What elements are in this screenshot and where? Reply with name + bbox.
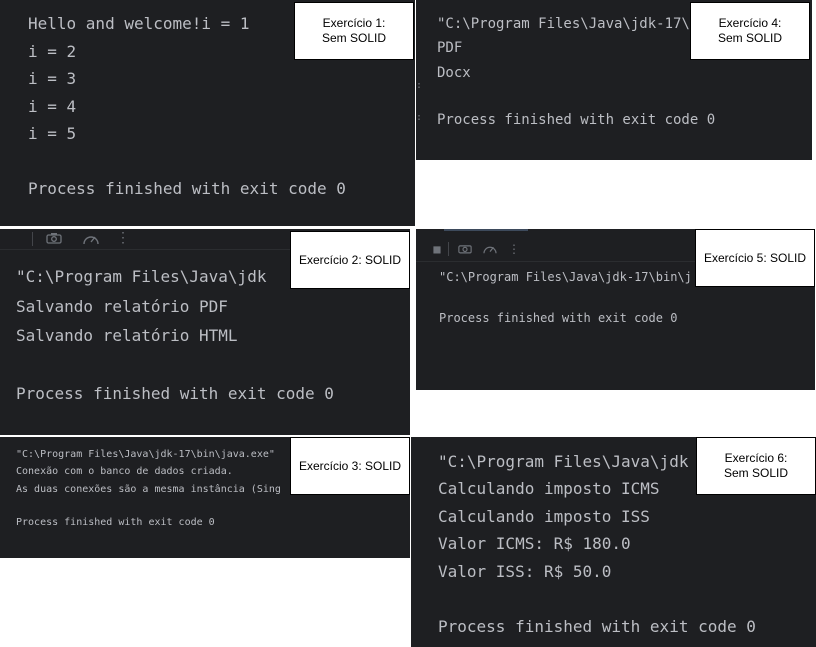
exercise-label-line1: Exercício 5: SOLID: [703, 250, 807, 265]
console-panel-ex6: "C:\Program Files\Java\jdk Calculando im…: [411, 437, 816, 647]
gauge-icon[interactable]: [82, 232, 99, 245]
exercise-label-line2: Sem SOLID: [723, 466, 789, 480]
exercise-label-line1: Exercício 1:: [322, 16, 386, 30]
console-line: Salvando relatório HTML: [16, 326, 238, 345]
exercise-label-line1: Exercício 4:: [718, 16, 782, 30]
console-line: Valor ICMS: R$ 180.0: [438, 534, 631, 553]
console-line: "C:\Program Files\Java\jdk: [438, 452, 689, 471]
more-options-icon[interactable]: ⋮: [507, 243, 521, 255]
exercise-label: Exercício 5: SOLID: [695, 229, 815, 287]
exercise-label-line1: Exercício 3: SOLID: [298, 458, 402, 473]
console-line: Calculando imposto ISS: [438, 507, 650, 526]
console-line: "C:\Program Files\Java\jdk-17\: [437, 16, 690, 32]
console-line: i = 2: [28, 42, 77, 61]
gauge-icon[interactable]: [482, 243, 497, 255]
console-panel-ex5: ■ ⋮ "C:\Program Files\Java\jdk-17\bin\j …: [416, 229, 815, 390]
console-line: PDF: [437, 40, 463, 56]
toolbar-separator: [448, 242, 449, 256]
console-line: Process finished with exit code 0: [438, 617, 756, 636]
console-line: Salvando relatório PDF: [16, 297, 228, 316]
console-line: i = 5: [28, 124, 77, 143]
stop-icon[interactable]: ■: [430, 243, 444, 255]
console-line: Hello and welcome!i = 1: [28, 14, 250, 33]
exercise-label-line1: Exercício 6:: [724, 451, 788, 465]
console-line: As duas conexões são a mesma instância (…: [16, 484, 281, 495]
more-options-icon[interactable]: ⋮: [116, 231, 130, 245]
console-line: Process finished with exit code 0: [439, 311, 678, 325]
console-panel-ex4: : : "C:\Program Files\Java\jdk-17\ PDF D…: [416, 0, 812, 160]
console-line: i = 3: [28, 69, 77, 88]
camera-icon[interactable]: [458, 243, 472, 255]
exercise-label-line1: Exercício 2: SOLID: [298, 252, 402, 267]
toolbar-accent: [444, 229, 528, 231]
console-line: Valor ISS: R$ 50.0: [438, 562, 612, 581]
gutter-marker: :: [416, 112, 423, 123]
console-line: Process finished with exit code 0: [437, 112, 716, 128]
console-line: Conexão com o banco de dados criada.: [16, 466, 233, 477]
console-line: Process finished with exit code 0: [28, 179, 346, 198]
exercise-label: Exercício 6: Sem SOLID: [696, 437, 816, 495]
exercise-label: Exercício 3: SOLID: [290, 437, 410, 495]
exercise-label: Exercício 2: SOLID: [290, 231, 410, 289]
console-line: i = 4: [28, 97, 77, 116]
exercise-label: Exercício 4: Sem SOLID: [690, 2, 810, 60]
console-panel-ex3: "C:\Program Files\Java\jdk-17\bin\java.e…: [0, 437, 410, 558]
console-line: Process finished with exit code 0: [16, 384, 334, 403]
console-line: Calculando imposto ICMS: [438, 479, 660, 498]
console-line: Docx: [437, 65, 471, 81]
console-line: "C:\Program Files\Java\jdk: [16, 267, 267, 286]
console-line: "C:\Program Files\Java\jdk-17\bin\j: [439, 270, 692, 284]
exercise-label: Exercício 1: Sem SOLID: [294, 2, 414, 60]
console-line: "C:\Program Files\Java\jdk-17\bin\java.e…: [16, 449, 275, 460]
gutter-marker: :: [416, 80, 423, 91]
toolbar-separator: [32, 232, 33, 246]
console-line: Process finished with exit code 0: [16, 517, 215, 528]
camera-icon[interactable]: [46, 232, 62, 244]
console-panel-ex2: ⋮ "C:\Program Files\Java\jdk Salvando re…: [0, 229, 410, 435]
exercise-label-line2: Sem SOLID: [717, 31, 783, 45]
exercise-label-line2: Sem SOLID: [321, 31, 387, 45]
console-panel-ex1: Hello and welcome!i = 1 i = 2 i = 3 i = …: [0, 0, 415, 226]
